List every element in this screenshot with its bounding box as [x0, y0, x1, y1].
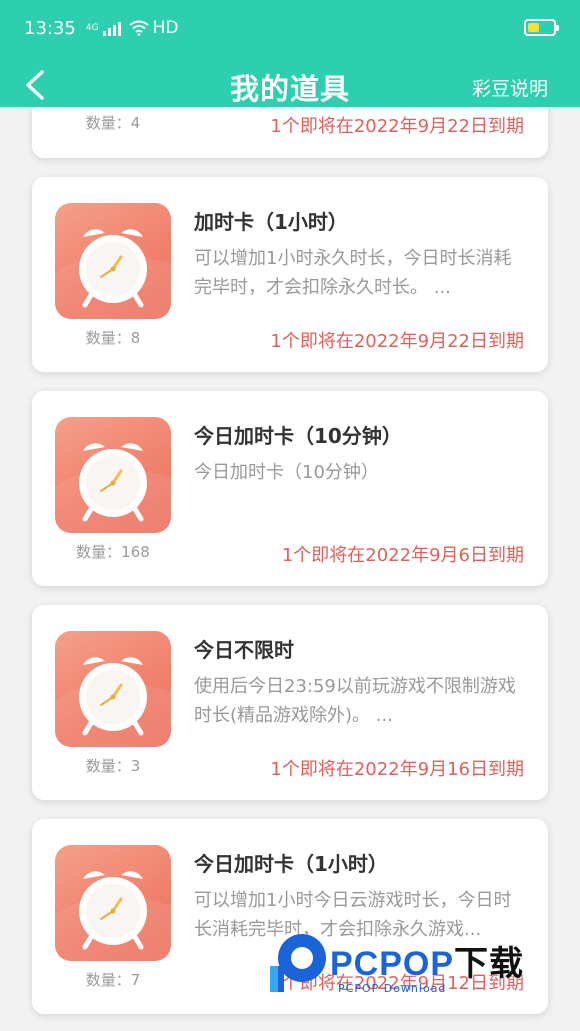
network-type-label: 4G — [85, 22, 99, 33]
signal-icon — [102, 20, 121, 36]
watermark: PCPOP下载 PCPOP Download — [268, 930, 568, 1010]
item-quantity: 数量：8 — [85, 329, 141, 347]
status-bar: 13:35 4G HD — [0, 0, 580, 56]
item-description: 可以增加1小时永久时长，今日时长消耗完毕时，才会扣除永久时长。 ... — [194, 248, 512, 298]
watermark-sub: PCPOP Download — [338, 982, 447, 995]
caidou-info-link[interactable]: 彩豆说明 — [472, 74, 548, 101]
item-title: 今日不限时 — [194, 638, 294, 662]
item-card[interactable]: 数量：3 今日不限时 使用后今日23:59以前玩游戏不限制游戏时长(精品游戏除外… — [32, 605, 548, 800]
watermark-brand: PCPOP下载 — [330, 945, 525, 983]
status-time: 13:35 — [24, 17, 76, 39]
alarm-clock-icon — [55, 417, 171, 533]
item-description: 使用后今日23:59以前玩游戏不限制游戏时长(精品游戏除外)。 ... — [194, 676, 516, 726]
item-quantity: 数量：168 — [76, 543, 150, 561]
item-title: 今日加时卡（1小时） — [194, 852, 388, 876]
item-quantity: 数量：7 — [85, 971, 141, 989]
nav-bar: 我的道具 彩豆说明 — [0, 58, 580, 110]
alarm-clock-icon — [55, 845, 171, 961]
battery-icon — [524, 19, 559, 36]
alarm-clock-icon — [55, 631, 171, 747]
item-quantity: 数量：4 — [85, 114, 141, 132]
item-title: 加时卡（1小时） — [194, 210, 348, 234]
item-card[interactable]: 数量：8 加时卡（1小时） 可以增加1小时永久时长，今日时长消耗完毕时，才会扣除… — [32, 177, 548, 372]
wifi-icon — [128, 20, 149, 36]
hd-label: HD — [152, 18, 179, 38]
item-description: 今日加时卡（10分钟） — [194, 462, 379, 483]
pcpop-logo — [270, 934, 326, 992]
alarm-clock-icon — [55, 203, 171, 319]
item-card[interactable]: 数量：168 今日加时卡（10分钟） 今日加时卡（10分钟） 1个即将在2022… — [32, 391, 548, 586]
item-expiry: 1个即将在2022年9月16日到期 — [270, 759, 524, 780]
item-quantity: 数量：3 — [85, 757, 141, 775]
item-expiry: 1个即将在2022年9月22日到期 — [270, 116, 524, 137]
item-expiry: 1个即将在2022年9月22日到期 — [270, 331, 524, 352]
item-title: 今日加时卡（10分钟） — [194, 424, 402, 448]
app-header: 13:35 4G HD 我的道具 彩豆说明 — [0, 0, 580, 107]
item-expiry: 1个即将在2022年9月6日到期 — [281, 545, 524, 566]
